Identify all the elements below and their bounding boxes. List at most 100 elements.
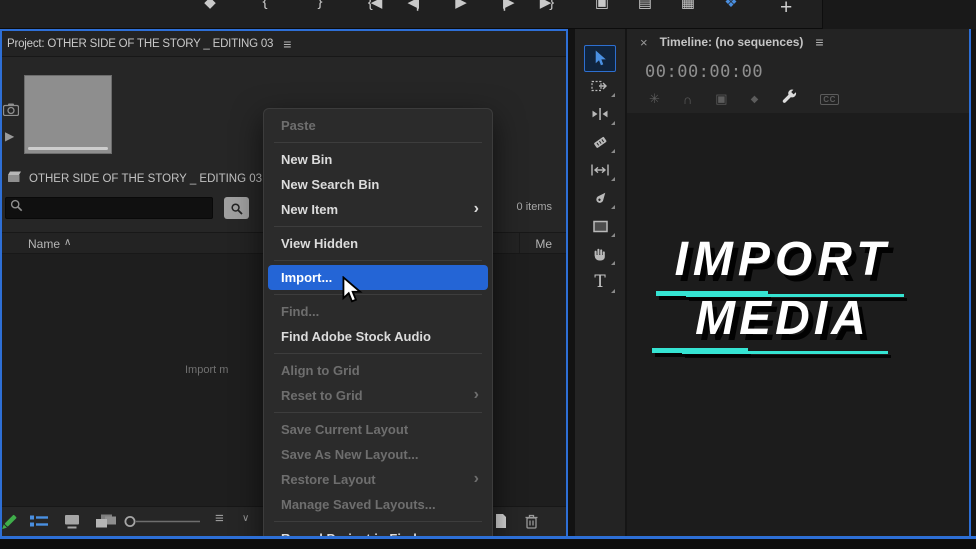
sort-order-button[interactable]: ≡ <box>215 510 225 527</box>
premiere-pro-window: ◆ { } {◀ ◀▏ ▶ ▕▶ ▶} ▣ ▤ ▦ ❖ + Project: O… <box>0 0 976 549</box>
menu-item-paste[interactable]: Paste <box>264 113 492 138</box>
zoom-slider[interactable] <box>124 514 204 534</box>
sort-chevron-icon[interactable]: ∨ <box>242 513 249 524</box>
menu-item-label: New Search Bin <box>281 177 379 192</box>
captions-icon[interactable]: CC <box>820 94 839 105</box>
close-panel-icon[interactable]: × <box>640 35 648 50</box>
thumbnail-scrub-bar[interactable] <box>28 147 108 150</box>
nested-sequence-icon[interactable]: ✳ <box>649 91 660 107</box>
timeline-panel-tab[interactable]: × Timeline: (no sequences) ≡ <box>627 29 969 55</box>
menu-item-new-bin[interactable]: New Bin <box>264 147 492 172</box>
menu-separator <box>274 260 482 261</box>
menu-item-restore-layout[interactable]: Restore Layout› <box>264 467 492 492</box>
preview-rail: ▶ <box>2 57 22 173</box>
submenu-arrow-icon: › <box>474 466 479 491</box>
freeform-view-button[interactable] <box>93 513 117 535</box>
sort-ascending-icon[interactable]: ∧ <box>64 237 71 248</box>
menu-item-label: Align to Grid <box>281 363 360 378</box>
search-input[interactable] <box>23 202 203 214</box>
create-search-bin-button[interactable] <box>224 197 249 219</box>
linked-selection-icon[interactable]: ▣ <box>715 91 727 107</box>
menu-item-label: Paste <box>281 118 316 133</box>
menu-item-align-to-grid[interactable]: Align to Grid <box>264 358 492 383</box>
play-icon[interactable]: ▶ <box>449 0 471 11</box>
mark-in-icon[interactable]: { <box>253 0 275 11</box>
column-header-media[interactable]: Me <box>535 237 552 251</box>
transport-controls: ◆ { } {◀ ◀▏ ▶ ▕▶ ▶} ▣ ▤ ▦ ❖ <box>198 0 741 11</box>
menu-item-new-search-bin[interactable]: New Search Bin <box>264 172 492 197</box>
right-panel-border <box>969 29 971 536</box>
menu-item-manage-saved-layouts[interactable]: Manage Saved Layouts... <box>264 492 492 517</box>
menu-item-label: Find... <box>281 304 319 319</box>
project-context-menu: Paste New Bin New Search Bin New Item › V… <box>263 108 493 549</box>
selection-tool[interactable] <box>575 44 625 72</box>
overlay-underline-1b <box>686 294 904 297</box>
pen-tool[interactable] <box>575 184 625 212</box>
project-panel-tab[interactable]: Project: OTHER SIDE OF THE STORY _ EDITI… <box>2 31 566 57</box>
lift-icon[interactable]: ▤ <box>633 0 655 11</box>
snap-magnet-icon[interactable]: ∩ <box>683 92 692 107</box>
search-box[interactable] <box>5 197 213 219</box>
menu-item-find-adobe-stock-audio[interactable]: Find Adobe Stock Audio <box>264 324 492 349</box>
timeline-settings-wrench-icon[interactable] <box>781 89 797 110</box>
menu-item-label: Import... <box>281 270 332 285</box>
go-to-in-icon[interactable]: {◀ <box>363 0 385 11</box>
top-toolbar: ◆ { } {◀ ◀▏ ▶ ▕▶ ▶} ▣ ▤ ▦ ❖ + <box>0 0 976 29</box>
tool-flyout-indicator <box>611 289 615 293</box>
mouse-cursor <box>341 276 364 310</box>
camera-icon[interactable] <box>3 103 19 121</box>
razor-tool[interactable] <box>575 128 625 156</box>
preview-play-icon[interactable]: ▶ <box>5 129 14 143</box>
menu-item-view-hidden[interactable]: View Hidden <box>264 231 492 256</box>
tool-flyout-indicator <box>611 261 615 265</box>
list-view-button[interactable] <box>29 513 49 535</box>
ripple-edit-tool[interactable] <box>575 100 625 128</box>
menu-separator <box>274 353 482 354</box>
menu-item-import[interactable]: Import... <box>268 265 488 290</box>
trash-button[interactable] <box>524 513 539 535</box>
capture-icon[interactable]: ❖ <box>719 0 741 11</box>
menu-item-label: Save As New Layout... <box>281 447 419 462</box>
menu-item-reset-to-grid[interactable]: Reset to Grid› <box>264 383 492 408</box>
add-marker-icon[interactable]: ◆ <box>751 94 759 105</box>
panel-menu-icon[interactable]: ≡ <box>283 36 291 52</box>
empty-bin-hint: Import m <box>185 364 228 376</box>
rectangle-tool[interactable] <box>575 212 625 240</box>
column-divider[interactable] <box>519 233 520 253</box>
export-frame-icon[interactable]: ▣ <box>590 0 612 11</box>
items-count: 0 items <box>517 201 552 213</box>
type-tool-icon: T <box>594 272 605 292</box>
bottom-strip <box>0 539 976 549</box>
marker-icon[interactable]: ◆ <box>198 0 220 11</box>
step-forward-icon[interactable]: ▕▶ <box>492 0 514 11</box>
timeline-empty-area[interactable] <box>627 113 969 536</box>
clapperboard-icon <box>7 170 22 188</box>
go-to-out-icon[interactable]: ▶} <box>535 0 557 11</box>
search-icon <box>10 199 23 217</box>
project-writable-icon[interactable] <box>0 513 19 538</box>
track-select-forward-tool[interactable] <box>575 72 625 100</box>
new-item-button[interactable] <box>494 513 508 534</box>
add-panel-icon[interactable]: + <box>780 0 792 20</box>
menu-separator <box>274 521 482 522</box>
submenu-arrow-icon: › <box>474 196 479 221</box>
menu-item-save-as-new-layout[interactable]: Save As New Layout... <box>264 442 492 467</box>
slip-tool[interactable] <box>575 156 625 184</box>
mark-out-icon[interactable]: } <box>308 0 330 11</box>
column-header-name[interactable]: Name <box>28 237 60 251</box>
hand-tool[interactable] <box>575 240 625 268</box>
timeline-toolbar: ✳ ∩ ▣ ◆ CC <box>627 88 969 110</box>
panel-menu-icon[interactable]: ≡ <box>815 34 823 50</box>
menu-item-find[interactable]: Find... <box>264 299 492 324</box>
timecode-display[interactable]: 00:00:00:00 <box>645 62 763 82</box>
type-tool[interactable]: T <box>575 268 625 296</box>
panel-gap <box>568 29 575 536</box>
menu-item-save-current-layout[interactable]: Save Current Layout <box>264 417 492 442</box>
project-preview-thumbnail[interactable] <box>24 75 112 154</box>
step-back-icon[interactable]: ◀▏ <box>406 0 428 11</box>
menu-separator <box>274 412 482 413</box>
icon-view-button[interactable] <box>63 513 82 535</box>
menu-item-new-item[interactable]: New Item › <box>264 197 492 222</box>
menu-item-label: New Item <box>281 202 338 217</box>
extract-icon[interactable]: ▦ <box>676 0 698 11</box>
